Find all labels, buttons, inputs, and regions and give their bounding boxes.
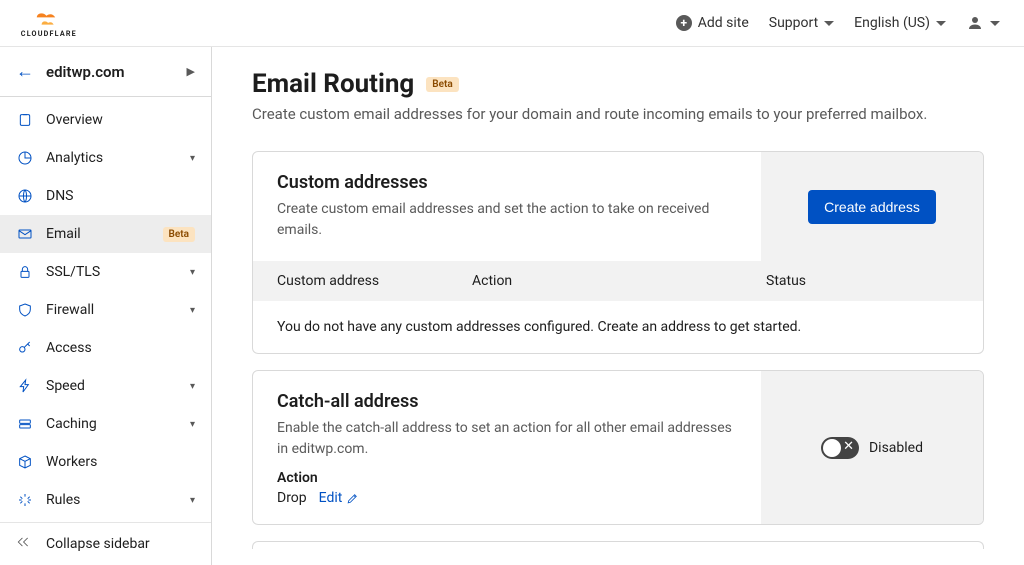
toggle-knob	[823, 439, 841, 457]
chevron-down-icon	[936, 21, 946, 26]
catch-all-desc: Enable the catch-all address to set an a…	[277, 418, 737, 460]
column-status: Status	[766, 273, 959, 289]
action-label: Action	[277, 470, 737, 486]
edit-label: Edit	[319, 490, 343, 506]
chevron-down-icon: ▾	[190, 419, 195, 430]
x-icon: ✕	[843, 439, 854, 454]
chevron-down-icon	[824, 21, 834, 26]
chevron-down-icon: ▾	[190, 305, 195, 316]
global-header: CLOUDFLARE + Add site Support English (U…	[0, 0, 1024, 47]
sidebar-item-label: Firewall	[46, 302, 178, 318]
user-icon	[966, 14, 984, 32]
sidebar-item-label: Workers	[46, 454, 195, 470]
site-selector[interactable]: ← editwp.com ▶	[0, 47, 211, 97]
sidebar-item-analytics[interactable]: Analytics ▾	[0, 139, 211, 177]
chevron-down-icon	[990, 21, 1000, 26]
action-row: Drop Edit	[277, 490, 737, 506]
page-title-row: Email Routing Beta	[252, 69, 984, 99]
key-icon	[16, 339, 34, 357]
sidebar-item-label: SSL/TLS	[46, 264, 178, 280]
bolt-icon	[16, 377, 34, 395]
edit-action-link[interactable]: Edit	[319, 490, 360, 506]
chevron-down-icon: ▾	[190, 267, 195, 278]
catch-all-card: Catch-all address Enable the catch-all a…	[252, 370, 984, 525]
main-content: Email Routing Beta Create custom email a…	[212, 47, 1024, 565]
catch-all-toggle-wrap: ✕ Disabled	[821, 437, 923, 459]
collapse-label: Collapse sidebar	[46, 536, 150, 552]
support-menu[interactable]: Support	[769, 15, 834, 31]
sidebar-item-workers[interactable]: Workers	[0, 443, 211, 481]
next-card	[252, 541, 984, 549]
sidebar-item-rules[interactable]: Rules ▾	[0, 481, 211, 519]
sidebar-nav: Overview Analytics ▾ DNS Email Beta SSL/…	[0, 97, 211, 522]
chevron-down-icon: ▾	[190, 153, 195, 164]
table-empty-message: You do not have any custom addresses con…	[253, 301, 983, 353]
card-header-main: Custom addresses Create custom email add…	[253, 152, 761, 261]
language-label: English (US)	[854, 15, 930, 31]
sidebar-item-email[interactable]: Email Beta	[0, 215, 211, 253]
pencil-icon	[346, 492, 359, 505]
tool-icon	[16, 491, 34, 509]
page-title: Email Routing	[252, 69, 414, 99]
add-site-label: Add site	[698, 15, 749, 31]
arrow-left-icon: ←	[16, 61, 34, 82]
collapse-icon	[16, 535, 34, 553]
sidebar-item-access[interactable]: Access	[0, 329, 211, 367]
table-header: Custom address Action Status	[253, 261, 983, 301]
sidebar-item-speed[interactable]: Speed ▾	[0, 367, 211, 405]
column-custom-address: Custom address	[277, 273, 472, 289]
language-menu[interactable]: English (US)	[854, 15, 946, 31]
sidebar-item-label: DNS	[46, 188, 195, 204]
card-header-main: Catch-all address Enable the catch-all a…	[253, 371, 761, 524]
site-name: editwp.com	[46, 63, 175, 81]
sidebar-item-caching[interactable]: Caching ▾	[0, 405, 211, 443]
card-header-side: ✕ Disabled	[761, 371, 983, 524]
sidebar-item-ssltls[interactable]: SSL/TLS ▾	[0, 253, 211, 291]
shield-icon	[16, 301, 34, 319]
toggle-label: Disabled	[869, 440, 923, 456]
svg-text:CLOUDFLARE: CLOUDFLARE	[21, 29, 77, 38]
page-subtitle: Create custom email addresses for your d…	[252, 105, 984, 123]
sidebar-item-label: Access	[46, 340, 195, 356]
catch-all-toggle[interactable]: ✕	[821, 437, 859, 459]
custom-addresses-title: Custom addresses	[277, 172, 737, 193]
chevron-down-icon: ▾	[190, 495, 195, 506]
card-header-side: Create address	[761, 152, 983, 261]
custom-addresses-desc: Create custom email addresses and set th…	[277, 199, 737, 241]
header-actions: + Add site Support English (US)	[676, 14, 1000, 32]
drive-icon	[16, 415, 34, 433]
sidebar: ← editwp.com ▶ Overview Analytics ▾ DNS …	[0, 47, 212, 565]
sidebar-item-label: Analytics	[46, 150, 178, 166]
action-value: Drop	[277, 490, 307, 506]
add-site-button[interactable]: + Add site	[676, 15, 749, 31]
sidebar-item-dns[interactable]: DNS	[0, 177, 211, 215]
support-label: Support	[769, 15, 818, 31]
sidebar-item-label: Email	[46, 226, 147, 242]
email-icon	[16, 225, 34, 243]
globe-icon	[16, 187, 34, 205]
logo-area: CLOUDFLARE	[16, 7, 112, 39]
caret-right-icon: ▶	[187, 65, 195, 78]
clipboard-icon	[16, 111, 34, 129]
lock-icon	[16, 263, 34, 281]
column-action: Action	[472, 273, 766, 289]
pie-chart-icon	[16, 149, 34, 167]
create-address-button[interactable]: Create address	[808, 190, 936, 224]
sidebar-item-firewall[interactable]: Firewall ▾	[0, 291, 211, 329]
collapse-sidebar[interactable]: Collapse sidebar	[0, 522, 211, 565]
beta-badge: Beta	[163, 227, 195, 242]
beta-badge: Beta	[426, 77, 458, 92]
custom-addresses-card: Custom addresses Create custom email add…	[252, 151, 984, 354]
catch-all-title: Catch-all address	[277, 391, 737, 412]
cloudflare-logo[interactable]: CLOUDFLARE	[16, 7, 112, 39]
sidebar-item-overview[interactable]: Overview	[0, 101, 211, 139]
account-menu[interactable]	[966, 14, 1000, 32]
sidebar-item-label: Speed	[46, 378, 178, 394]
sidebar-item-label: Rules	[46, 492, 178, 508]
cube-icon	[16, 453, 34, 471]
plus-circle-icon: +	[676, 15, 692, 31]
chevron-down-icon: ▾	[190, 381, 195, 392]
sidebar-item-label: Overview	[46, 112, 195, 128]
sidebar-item-label: Caching	[46, 416, 178, 432]
